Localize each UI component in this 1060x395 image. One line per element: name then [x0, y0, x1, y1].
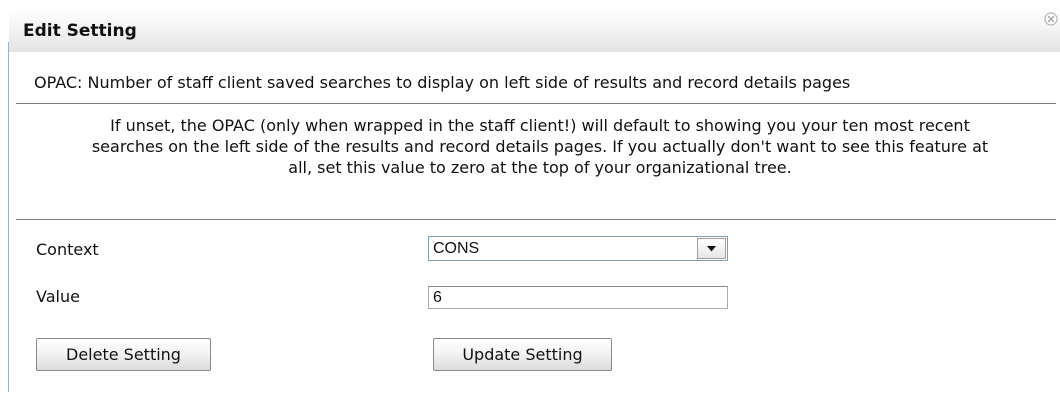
dialog-left-border: [8, 42, 9, 392]
setting-name: OPAC: Number of staff client saved searc…: [34, 73, 851, 92]
close-icon[interactable]: [1044, 11, 1058, 26]
dialog-title: Edit Setting: [23, 21, 137, 41]
divider: [16, 103, 1056, 104]
value-input[interactable]: [428, 286, 728, 309]
context-select-value: CONS: [433, 240, 480, 257]
context-label: Context: [36, 240, 99, 259]
context-select[interactable]: CONS: [428, 236, 728, 261]
delete-setting-button[interactable]: Delete Setting: [36, 338, 211, 371]
edit-setting-dialog: Edit Setting OPAC: Number of staff clien…: [0, 0, 1060, 395]
dialog-titlebar: Edit Setting: [9, 8, 1060, 52]
value-label: Value: [36, 287, 80, 306]
setting-description: If unset, the OPAC (only when wrapped in…: [91, 116, 989, 177]
chevron-down-icon: [707, 246, 716, 252]
divider: [16, 219, 1056, 220]
dropdown-button[interactable]: [697, 238, 726, 259]
update-setting-button[interactable]: Update Setting: [433, 338, 612, 371]
